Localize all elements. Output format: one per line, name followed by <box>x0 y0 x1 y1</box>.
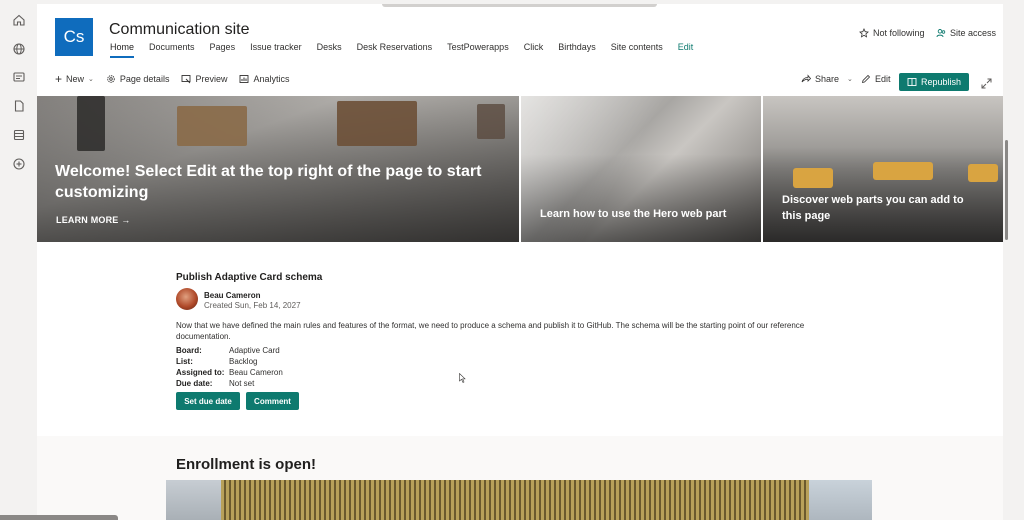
field-value: Not set <box>229 379 255 388</box>
home-icon[interactable] <box>12 13 26 27</box>
nav-item-home[interactable]: Home <box>110 42 135 58</box>
comment-button[interactable]: Comment <box>246 392 299 410</box>
task-author: Beau Cameron <box>204 291 261 300</box>
task-fields: Board: Adaptive Card List: Backlog Assig… <box>176 345 283 389</box>
people-icon <box>936 28 946 38</box>
pencil-icon <box>861 74 871 84</box>
nav-item-site-contents[interactable]: Site contents <box>611 42 663 58</box>
analytics-label: Analytics <box>253 74 290 84</box>
progress-bar <box>0 515 118 520</box>
field-row-due-date: Due date: Not set <box>176 378 283 389</box>
field-label: Assigned to: <box>176 368 225 377</box>
sofa-image <box>968 164 998 182</box>
learn-more-label: LEARN MORE <box>56 215 119 225</box>
hero-tile-main[interactable]: Welcome! Select Edit at the top right of… <box>37 96 519 242</box>
nav-item-pages[interactable]: Pages <box>210 42 236 58</box>
page-canvas: Cs Communication site Home Documents Pag… <box>37 4 1003 520</box>
chevron-down-icon: ⌄ <box>88 76 94 83</box>
page-details-label: Page details <box>119 74 170 84</box>
expand-icon[interactable] <box>981 76 992 89</box>
site-title[interactable]: Communication site <box>109 21 250 39</box>
nav-item-testpowerapps[interactable]: TestPowerapps <box>447 42 509 58</box>
hero-tile-3[interactable]: Discover web parts you can add to this p… <box>763 96 1003 242</box>
avatar[interactable] <box>176 288 198 310</box>
sofa-image <box>793 168 833 188</box>
person-image <box>77 96 105 151</box>
preview-icon <box>181 74 191 84</box>
chevron-down-icon: ⌄ <box>847 76 853 83</box>
task-description: Now that we have defined the main rules … <box>176 321 805 341</box>
star-icon <box>859 28 869 38</box>
books-image <box>477 104 505 139</box>
document-icon[interactable] <box>12 99 26 113</box>
globe-icon[interactable] <box>12 42 26 56</box>
command-bar: + New ⌄ Page details Preview Analytics <box>55 71 301 86</box>
arrow-right-icon: → <box>121 215 131 225</box>
list-icon[interactable] <box>12 128 26 142</box>
set-due-date-button[interactable]: Set due date <box>176 392 240 410</box>
follow-label: Not following <box>873 28 925 38</box>
field-label: Board: <box>176 346 202 355</box>
nav-item-edit[interactable]: Edit <box>678 42 694 58</box>
hero-web-part: Welcome! Select Edit at the top right of… <box>37 96 1003 242</box>
task-title: Publish Adaptive Card schema <box>176 272 323 283</box>
nav-item-documents[interactable]: Documents <box>149 42 195 58</box>
gear-icon <box>106 74 116 84</box>
field-label: Due date: <box>176 379 213 388</box>
nav-item-desks[interactable]: Desks <box>317 42 342 58</box>
page-details-button[interactable]: Page details <box>106 74 170 84</box>
share-button[interactable]: Share ⌄ <box>801 74 853 84</box>
analytics-button[interactable]: Analytics <box>239 74 289 84</box>
hero-tile-3-caption[interactable]: Discover web parts you can add to this p… <box>782 192 982 224</box>
learn-more-link[interactable]: LEARN MORE → <box>56 215 130 225</box>
site-access-label: Site access <box>950 28 997 38</box>
hero-tile-2-caption[interactable]: Learn how to use the Hero web part <box>540 206 726 222</box>
nav-item-click[interactable]: Click <box>524 42 544 58</box>
share-label: Share <box>815 74 840 84</box>
hero-main-title[interactable]: Welcome! Select Edit at the top right of… <box>55 161 495 203</box>
building-image <box>166 480 872 520</box>
site-logo[interactable]: Cs <box>55 18 93 56</box>
share-icon <box>801 74 811 84</box>
field-row-list: List: Backlog <box>176 356 283 367</box>
enrollment-title: Enrollment is open! <box>176 456 317 473</box>
republish-label: Republish <box>920 77 962 87</box>
nav-item-birthdays[interactable]: Birthdays <box>558 42 596 58</box>
add-icon[interactable] <box>12 157 26 171</box>
task-created-date: Created Sun, Feb 14, 2027 <box>204 301 301 310</box>
sofa-image <box>873 162 933 180</box>
plus-icon: + <box>55 71 63 86</box>
preview-button[interactable]: Preview <box>181 74 227 84</box>
book-icon <box>907 77 917 87</box>
sky-image <box>166 480 221 520</box>
follow-button[interactable]: Not following <box>859 28 925 38</box>
republish-button[interactable]: Republish <box>899 73 969 91</box>
edit-label: Edit <box>875 74 891 84</box>
app-rail <box>0 0 36 520</box>
field-value: Beau Cameron <box>229 368 283 377</box>
field-value: Adaptive Card <box>229 346 280 355</box>
edit-button[interactable]: Edit <box>861 74 891 84</box>
mouse-cursor-icon <box>459 370 466 383</box>
preview-label: Preview <box>195 74 228 84</box>
chair-image <box>337 101 417 146</box>
sky-image <box>809 480 872 520</box>
new-button[interactable]: + New ⌄ <box>55 71 94 86</box>
scrollbar[interactable] <box>1005 140 1008 240</box>
hero-tile-2[interactable]: Learn how to use the Hero web part <box>521 96 761 242</box>
field-value: Backlog <box>229 357 258 366</box>
field-row-assigned: Assigned to: Beau Cameron <box>176 367 283 378</box>
site-access-button[interactable]: Site access <box>936 28 996 38</box>
chair-image <box>177 106 247 146</box>
nav-item-issue-tracker[interactable]: Issue tracker <box>250 42 302 58</box>
field-label: List: <box>176 357 193 366</box>
field-row-board: Board: Adaptive Card <box>176 345 283 356</box>
nav-item-desk-reservations[interactable]: Desk Reservations <box>357 42 433 58</box>
analytics-icon <box>239 74 249 84</box>
top-divider <box>382 4 657 7</box>
site-navigation: Home Documents Pages Issue tracker Desks… <box>110 42 708 58</box>
new-label: New <box>66 74 85 84</box>
news-icon[interactable] <box>12 70 26 84</box>
